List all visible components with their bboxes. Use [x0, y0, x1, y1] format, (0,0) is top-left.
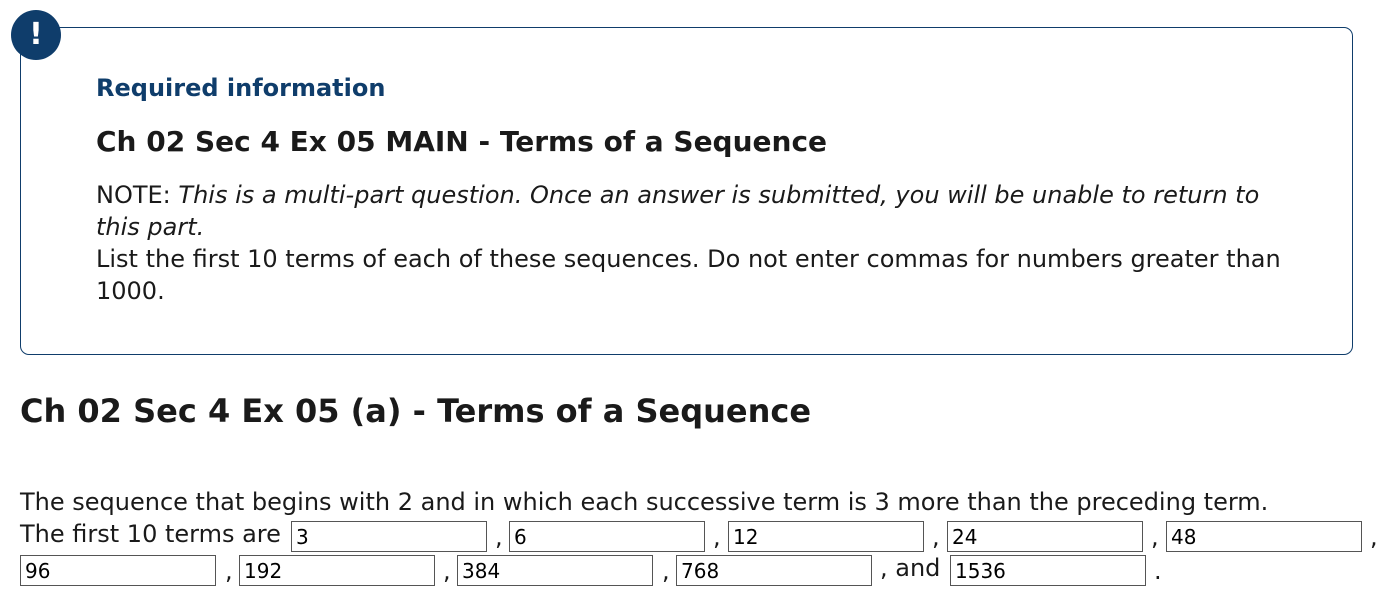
comma-separator: ,	[1370, 523, 1378, 551]
answer-input-8[interactable]	[457, 555, 653, 586]
answer-input-9[interactable]	[676, 555, 872, 586]
answer-input-10[interactable]	[950, 555, 1146, 586]
comma-separator: ,	[495, 523, 503, 551]
period-text: .	[1154, 557, 1162, 585]
and-text: , and	[880, 554, 941, 582]
part-title: Ch 02 Sec 4 Ex 05 (a) - Terms of a Seque…	[20, 392, 812, 430]
comma-separator: ,	[662, 557, 670, 585]
comma-separator: ,	[1151, 523, 1159, 551]
comma-separator: ,	[713, 523, 721, 551]
answer-input-6[interactable]	[20, 555, 216, 586]
answer-lead-text: The first 10 terms are	[20, 520, 281, 548]
note-prefix: NOTE:	[96, 181, 171, 209]
required-information-label: Required information	[96, 74, 386, 102]
answer-input-3[interactable]	[728, 521, 924, 552]
main-question-title: Ch 02 Sec 4 Ex 05 MAIN - Terms of a Sequ…	[96, 125, 828, 158]
answer-input-1[interactable]	[291, 521, 487, 552]
answer-input-2[interactable]	[509, 521, 705, 552]
answer-input-4[interactable]	[947, 521, 1143, 552]
note-italic: This is a multi-part question. Once an a…	[96, 181, 1260, 241]
comma-separator: ,	[932, 523, 940, 551]
comma-separator: ,	[443, 557, 451, 585]
note-text: NOTE: This is a multi-part question. Onc…	[96, 179, 1286, 307]
answer-input-5[interactable]	[1166, 521, 1362, 552]
question-text: The sequence that begins with 2 and in w…	[20, 488, 1269, 516]
exclamation-icon: !	[11, 10, 61, 60]
comma-separator: ,	[225, 557, 233, 585]
instruction-text: List the first 10 terms of each of these…	[96, 245, 1281, 305]
answer-input-7[interactable]	[239, 555, 435, 586]
